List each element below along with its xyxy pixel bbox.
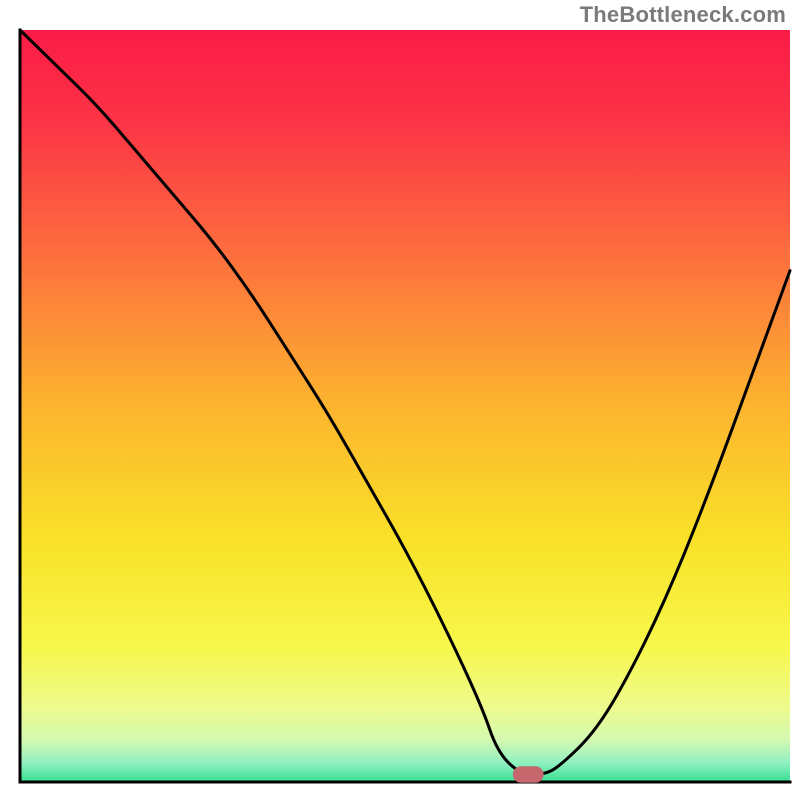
plot-background	[20, 30, 790, 782]
bottleneck-chart	[0, 0, 800, 800]
chart-container: TheBottleneck.com	[0, 0, 800, 800]
optimal-marker	[513, 766, 544, 783]
